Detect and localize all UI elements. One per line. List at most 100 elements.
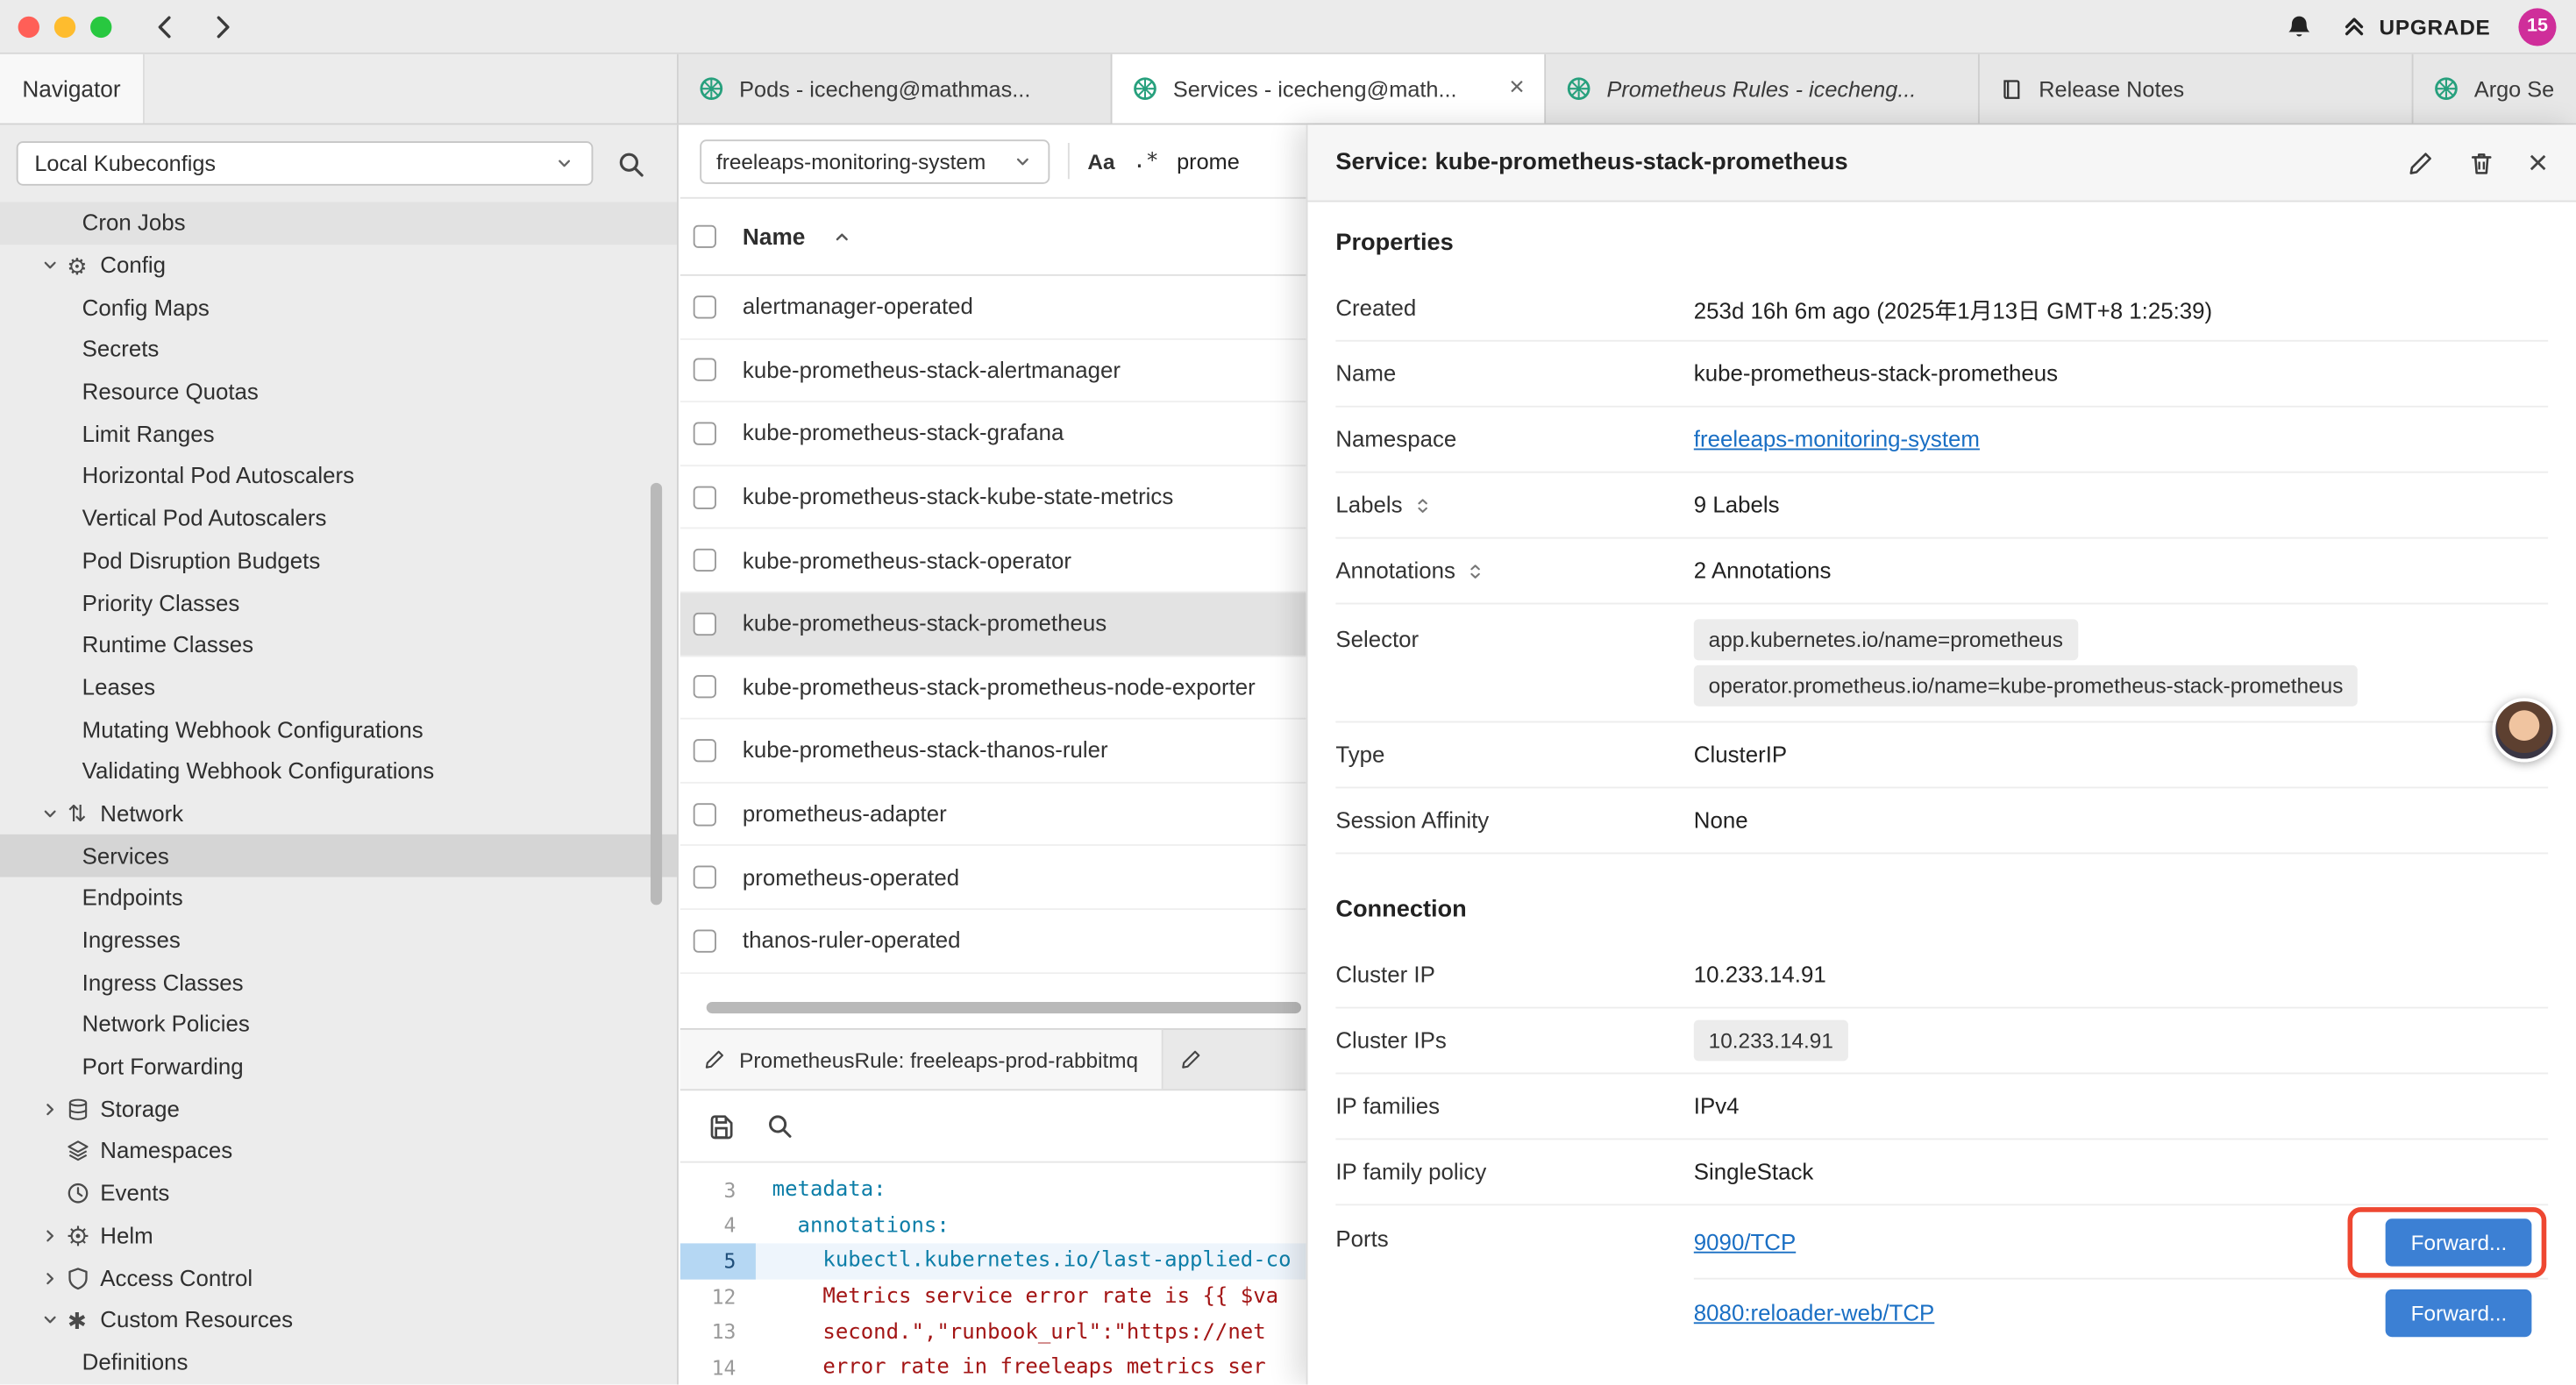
sidebar-item-leases[interactable]: Leases (0, 666, 677, 708)
sidebar-item-definitions[interactable]: Definitions (0, 1341, 677, 1383)
sidebar-item-validating-webhook-configurations[interactable]: Validating Webhook Configurations (0, 750, 677, 792)
editor-tab-partial[interactable] (1163, 1030, 1219, 1089)
forward-button[interactable]: Forward... (2387, 1289, 2532, 1336)
table-row[interactable]: thanos-ruler-operated (680, 910, 1306, 973)
sidebar-item-events[interactable]: Events (0, 1172, 677, 1214)
sidebar-item-port-forwarding[interactable]: Port Forwarding (0, 1046, 677, 1088)
kubeconfig-selector[interactable]: Local Kubeconfigs (17, 141, 594, 186)
horizontal-scrollbar[interactable] (707, 1002, 1301, 1013)
edit-icon[interactable] (2407, 149, 2435, 177)
minimize-window-button[interactable] (54, 16, 75, 37)
editor-tab[interactable]: PrometheusRule: freeleaps-prod-rabbitmq (680, 1030, 1163, 1089)
row-checkbox[interactable] (694, 486, 716, 508)
sidebar-item-endpoints[interactable]: Endpoints (0, 877, 677, 920)
sidebar-item-label: Storage (100, 1097, 180, 1121)
close-window-button[interactable] (18, 16, 39, 37)
sidebar-item-priority-classes[interactable]: Priority Classes (0, 582, 677, 624)
tab-pods-icecheng-mathmas[interactable]: Pods - icecheng@mathmas... (679, 54, 1113, 124)
table-row[interactable]: prometheus-operated (680, 847, 1306, 910)
table-row[interactable]: alertmanager-operated (680, 276, 1306, 339)
navigator-tab[interactable]: Navigator (0, 54, 145, 124)
row-checkbox[interactable] (694, 739, 716, 762)
chevron-right-icon[interactable] (36, 1098, 62, 1119)
forward-icon[interactable] (209, 12, 237, 40)
sidebar-item-secrets[interactable]: Secrets (0, 329, 677, 371)
row-checkbox[interactable] (694, 676, 716, 699)
chevron-right-icon[interactable] (36, 1225, 62, 1246)
tab-argo-se[interactable]: Argo Se (2413, 54, 2575, 124)
row-checkbox[interactable] (694, 929, 716, 952)
namespace-filter-dropdown[interactable]: freeleaps-monitoring-system (700, 138, 1050, 183)
row-checkbox[interactable] (694, 423, 716, 445)
sidebar-item-network-policies[interactable]: Network Policies (0, 1004, 677, 1046)
chevron-down-icon[interactable] (36, 254, 62, 275)
sidebar-item-helm[interactable]: Helm (0, 1215, 677, 1257)
port-link[interactable]: 8080:reloader-web/TCP (1694, 1300, 1934, 1325)
row-checkbox[interactable] (694, 612, 716, 635)
regex-toggle[interactable]: .* (1133, 149, 1158, 174)
notification-count-badge[interactable]: 15 (2518, 7, 2556, 45)
sidebar-item-horizontal-pod-autoscalers[interactable]: Horizontal Pod Autoscalers (0, 455, 677, 497)
sidebar-item-network[interactable]: ⇅Network (0, 792, 677, 835)
delete-icon[interactable] (2467, 149, 2495, 177)
table-row[interactable]: prometheus-adapter (680, 783, 1306, 846)
sidebar-item-services[interactable]: Services (0, 835, 677, 877)
port-link[interactable]: 9090/TCP (1694, 1229, 1796, 1254)
table-row[interactable]: kube-prometheus-stack-thanos-ruler (680, 720, 1306, 783)
row-checkbox[interactable] (694, 549, 716, 572)
table-row[interactable]: kube-prometheus-stack-kube-state-metrics (680, 466, 1306, 529)
sidebar-item-namespaces[interactable]: Namespaces (0, 1130, 677, 1172)
editor-search-icon[interactable] (765, 1112, 793, 1140)
sidebar-item-config-maps[interactable]: Config Maps (0, 287, 677, 329)
case-sensitive-toggle[interactable]: Aa (1087, 149, 1114, 174)
chevron-right-icon[interactable] (36, 1268, 62, 1289)
sidebar-item-custom-resources[interactable]: ✱Custom Resources (0, 1299, 677, 1341)
table-row[interactable]: kube-prometheus-stack-prometheus (680, 593, 1306, 656)
row-checkbox[interactable] (694, 295, 716, 318)
select-all-checkbox[interactable] (694, 225, 716, 248)
sidebar-item-access-control[interactable]: Access Control (0, 1257, 677, 1299)
sidebar-item-ingresses[interactable]: Ingresses (0, 920, 677, 962)
sidebar-item-vertical-pod-autoscalers[interactable]: Vertical Pod Autoscalers (0, 497, 677, 539)
sidebar-search-icon[interactable] (616, 149, 646, 179)
row-checkbox[interactable] (694, 802, 716, 825)
table-row[interactable]: kube-prometheus-stack-prometheus-node-ex… (680, 657, 1306, 720)
maximize-window-button[interactable] (90, 16, 111, 37)
search-input[interactable]: prome (1177, 149, 1240, 174)
sidebar-item-ingress-classes[interactable]: Ingress Classes (0, 962, 677, 1004)
sidebar-item-cron-jobs[interactable]: Cron Jobs (0, 202, 677, 244)
upgrade-button[interactable]: UPGRADE (2341, 13, 2490, 39)
forward-button[interactable]: Forward... (2387, 1218, 2532, 1265)
sidebar-item-storage[interactable]: Storage (0, 1088, 677, 1130)
chevron-down-icon[interactable] (36, 1310, 62, 1331)
sidebar-item-resource-quotas[interactable]: Resource Quotas (0, 371, 677, 413)
table-row[interactable]: kube-prometheus-stack-alertmanager (680, 339, 1306, 402)
sidebar-item-pod-disruption-budgets[interactable]: Pod Disruption Budgets (0, 540, 677, 582)
row-checkbox[interactable] (694, 866, 716, 889)
tab-services-icecheng-math[interactable]: Services - icecheng@math...× (1113, 54, 1547, 124)
row-checkbox[interactable] (694, 359, 716, 381)
sort-toggle-icon[interactable] (1413, 495, 1432, 515)
sidebar-vertical-scrollbar[interactable] (651, 483, 662, 906)
sidebar-item-limit-ranges[interactable]: Limit Ranges (0, 413, 677, 455)
chevron-down-icon[interactable] (36, 803, 62, 824)
helm-icon (62, 1224, 92, 1248)
table-row[interactable]: kube-prometheus-stack-grafana (680, 402, 1306, 465)
table-row[interactable]: kube-prometheus-stack-operator (680, 529, 1306, 593)
sort-toggle-icon[interactable] (1465, 561, 1484, 580)
sidebar-item-mutating-webhook-configurations[interactable]: Mutating Webhook Configurations (0, 708, 677, 750)
sidebar-item-runtime-classes[interactable]: Runtime Classes (0, 624, 677, 666)
notification-bell-icon[interactable] (2286, 12, 2314, 40)
tab-prometheus-rules-icecheng[interactable]: Prometheus Rules - icecheng... (1546, 54, 1980, 124)
sidebar-item-config[interactable]: ⚙Config (0, 245, 677, 287)
save-icon[interactable] (707, 1112, 737, 1141)
yaml-editor[interactable]: 3metadata:4 annotations:5 kubectl.kubern… (680, 1163, 1306, 1385)
back-icon[interactable] (151, 12, 179, 40)
close-icon[interactable]: × (2528, 146, 2548, 180)
close-tab-icon[interactable]: × (1509, 75, 1525, 102)
namespace-link[interactable]: freeleaps-monitoring-system (1694, 427, 1980, 451)
tab-release-notes[interactable]: Release Notes (1980, 54, 2414, 124)
floating-avatar[interactable] (2492, 698, 2556, 762)
name-column-header[interactable]: Name (743, 224, 805, 250)
sort-ascending-icon[interactable] (831, 226, 852, 247)
